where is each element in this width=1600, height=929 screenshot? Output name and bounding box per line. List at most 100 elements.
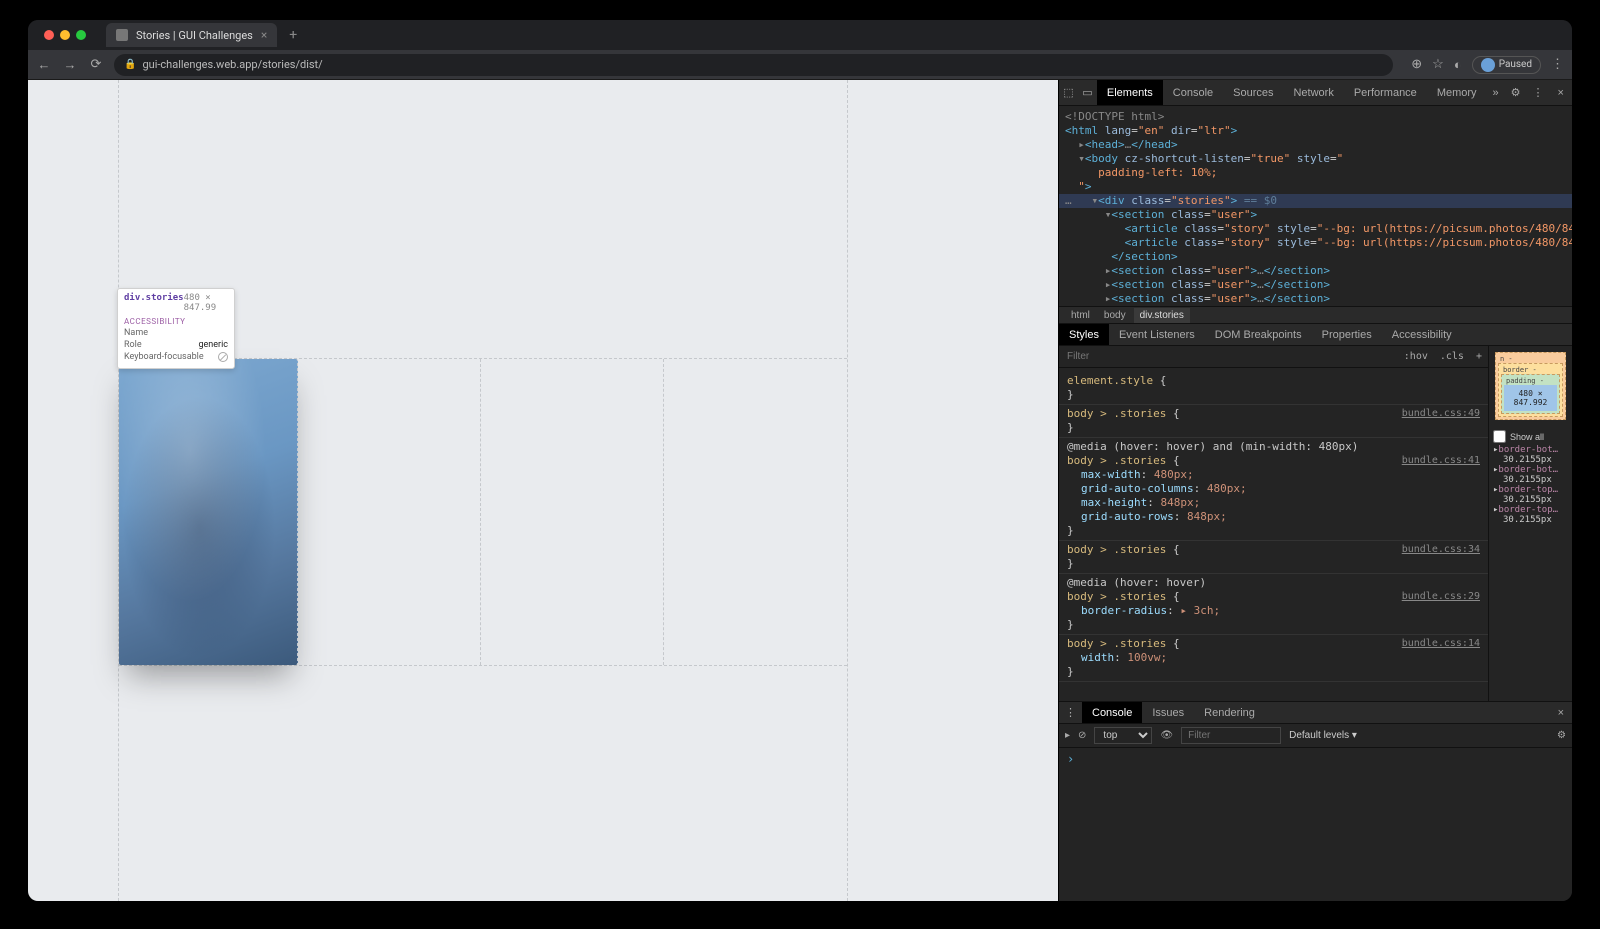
styles-tab-accessibility[interactable]: Accessibility [1382, 324, 1462, 345]
tooltip-focus-key: Keyboard-focusable [124, 352, 204, 362]
dom-body-style: padding-left: 10%; [1098, 166, 1217, 179]
styles-body: :hov .cls + element.style {}bundle.css:4… [1059, 346, 1572, 701]
tooltip-role-key: Role [124, 340, 142, 350]
bm-border: border - [1501, 366, 1560, 374]
extensions-icon[interactable]: ◐ [1454, 57, 1462, 73]
profile-label: Paused [1499, 59, 1532, 70]
tooltip-selector: div.stories [124, 293, 184, 313]
close-tab-icon[interactable]: × [261, 28, 267, 42]
settings-icon[interactable]: ⚙ [1505, 86, 1527, 99]
bm-content: 480 × 847.992 [1504, 385, 1557, 411]
box-model[interactable]: n - border - padding - 480 × 847.992 [1489, 346, 1572, 426]
element-inspector-tooltip: div.stories 480 × 847.99 ACCESSIBILITY N… [117, 288, 235, 369]
reload-button[interactable]: ⟳ [88, 57, 104, 72]
log-levels[interactable]: Default levels ▾ [1289, 730, 1357, 741]
console-sidebar-icon[interactable]: ▸ [1065, 730, 1070, 741]
styles-filter-bar: :hov .cls + [1059, 346, 1488, 368]
favicon-icon [116, 29, 128, 41]
close-window-icon[interactable] [44, 30, 54, 40]
bm-padding: padding - [1504, 377, 1557, 385]
tab-sources[interactable]: Sources [1223, 80, 1283, 105]
inspect-element-icon[interactable]: ⬚ [1059, 86, 1078, 99]
styles-tab-dom-breakpoints[interactable]: DOM Breakpoints [1205, 324, 1312, 345]
devtools-panel: ⬚ ▭ Elements Console Sources Network Per… [1058, 80, 1572, 901]
devtools-menu-icon[interactable]: ⋮ [1527, 86, 1550, 99]
close-devtools-icon[interactable]: × [1550, 87, 1572, 99]
styles-tab-styles[interactable]: Styles [1059, 324, 1109, 345]
tab-console[interactable]: Console [1163, 80, 1223, 105]
lock-icon: 🔒 [124, 59, 136, 70]
context-select[interactable]: top [1094, 727, 1152, 744]
console-toolbar: ▸ ⊘ top 👁 Default levels ▾ ⚙ [1059, 724, 1572, 748]
tab-title: Stories | GUI Challenges [136, 29, 253, 42]
cls-toggle[interactable]: .cls [1434, 351, 1470, 362]
stories-container [118, 80, 848, 901]
live-expression-icon[interactable]: 👁 [1160, 730, 1173, 741]
tab-performance[interactable]: Performance [1344, 80, 1427, 105]
css-rules[interactable]: element.style {}bundle.css:49body > .sto… [1059, 368, 1488, 701]
console-filter-input[interactable] [1181, 727, 1281, 744]
breadcrumb-item[interactable]: body [1098, 308, 1132, 323]
dom-breadcrumb: html body div.stories [1059, 306, 1572, 324]
toolbar: ← → ⟳ 🔒 gui-challenges.web.app/stories/d… [28, 50, 1572, 80]
story-card[interactable] [668, 359, 847, 665]
profile-button[interactable]: Paused [1472, 56, 1541, 74]
new-style-rule-icon[interactable]: + [1470, 351, 1488, 362]
dom-tree[interactable]: <!DOCTYPE html> <html lang="en" dir="ltr… [1059, 106, 1572, 306]
avatar-icon [1481, 58, 1495, 72]
console-body[interactable]: › [1059, 748, 1572, 901]
styles-filter-input[interactable] [1059, 351, 1398, 362]
tab-strip: Stories | GUI Challenges × + [28, 20, 1572, 50]
forward-button[interactable]: → [62, 57, 78, 73]
drawer-tab-rendering[interactable]: Rendering [1194, 702, 1265, 723]
show-all-checkbox[interactable]: Show all [1493, 428, 1568, 445]
close-drawer-icon[interactable]: × [1550, 707, 1572, 719]
styles-tabbar: Styles Event Listeners DOM Breakpoints P… [1059, 324, 1572, 346]
minimize-window-icon[interactable] [60, 30, 70, 40]
console-prompt: › [1067, 752, 1074, 766]
drawer-tab-console[interactable]: Console [1082, 702, 1142, 723]
stories-grid [119, 358, 847, 666]
drawer-tabbar: ⋮ Console Issues Rendering × [1059, 702, 1572, 724]
tab-elements[interactable]: Elements [1097, 80, 1163, 105]
breadcrumb-item[interactable]: div.stories [1134, 308, 1190, 323]
search-icon[interactable]: ⊕ [1411, 57, 1422, 72]
show-all-label: Show all [1510, 432, 1544, 442]
drawer-tab-issues[interactable]: Issues [1142, 702, 1194, 723]
back-button[interactable]: ← [36, 57, 52, 73]
address-bar[interactable]: 🔒 gui-challenges.web.app/stories/dist/ [114, 54, 1393, 76]
story-card[interactable] [302, 359, 481, 665]
tab-memory[interactable]: Memory [1427, 80, 1487, 105]
url-text: gui-challenges.web.app/stories/dist/ [142, 58, 322, 71]
breadcrumb-item[interactable]: html [1065, 308, 1096, 323]
tooltip-role-val: generic [198, 340, 228, 350]
tab-network[interactable]: Network [1283, 80, 1343, 105]
computed-sidebar: n - border - padding - 480 × 847.992 Sho… [1488, 346, 1572, 701]
console-settings-icon[interactable]: ⚙ [1557, 730, 1566, 741]
drawer-menu-icon[interactable]: ⋮ [1059, 706, 1082, 719]
console-drawer: ⋮ Console Issues Rendering × ▸ ⊘ top 👁 D… [1059, 701, 1572, 901]
null-icon [218, 352, 228, 362]
browser-menu-icon[interactable]: ⋮ [1551, 57, 1564, 72]
clear-console-icon[interactable]: ⊘ [1078, 730, 1086, 741]
browser-window: Stories | GUI Challenges × + ← → ⟳ 🔒 gui… [28, 20, 1572, 901]
hov-toggle[interactable]: :hov [1398, 351, 1434, 362]
styles-tab-properties[interactable]: Properties [1312, 324, 1382, 345]
bookmark-icon[interactable]: ☆ [1432, 57, 1444, 72]
tooltip-section: ACCESSIBILITY [124, 317, 228, 326]
more-tabs-icon[interactable]: » [1487, 87, 1505, 99]
tooltip-dimensions: 480 × 847.99 [184, 293, 228, 313]
browser-tab[interactable]: Stories | GUI Challenges × [106, 23, 277, 47]
story-card[interactable] [485, 359, 664, 665]
devtools-tabbar: ⬚ ▭ Elements Console Sources Network Per… [1059, 80, 1572, 106]
window-controls[interactable] [36, 30, 94, 40]
maximize-window-icon[interactable] [76, 30, 86, 40]
story-card[interactable] [119, 359, 298, 665]
tooltip-name-key: Name [124, 328, 148, 338]
new-tab-button[interactable]: + [283, 27, 303, 43]
bm-margin: n - [1498, 355, 1563, 363]
device-toolbar-icon[interactable]: ▭ [1078, 86, 1097, 99]
styles-tab-event-listeners[interactable]: Event Listeners [1109, 324, 1205, 345]
rendered-page[interactable]: div.stories 480 × 847.99 ACCESSIBILITY N… [28, 80, 1058, 901]
content-area: div.stories 480 × 847.99 ACCESSIBILITY N… [28, 80, 1572, 901]
